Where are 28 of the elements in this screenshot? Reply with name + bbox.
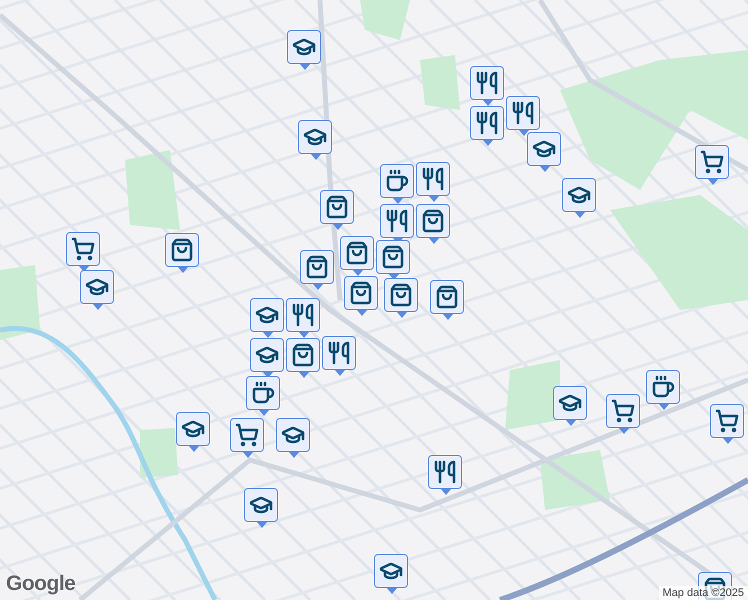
shopping-bag-icon [421,209,445,233]
fork-knife-icon [327,341,351,365]
cart-icon [235,423,259,447]
fork-knife-icon [475,111,499,135]
fork-knife-icon [475,71,499,95]
fork-knife-icon [421,167,445,191]
shopping-bag-icon [325,195,349,219]
map-logo: Google [6,572,76,596]
shopping-bag-icon [389,283,413,307]
fork-knife-icon [385,209,409,233]
shopping-bag-icon [435,285,459,309]
cart-icon [700,150,724,174]
map-attribution: Map data ©2025 [658,586,748,600]
mug-icon [651,375,675,399]
cart-icon [71,237,95,261]
mug-icon [385,169,409,193]
cart-icon [715,409,739,433]
shopping-bag-icon [291,343,315,367]
cart-icon [611,399,635,423]
fork-knife-icon [511,101,535,125]
mug-icon [251,381,275,405]
shopping-bag-icon [170,238,194,262]
shopping-bag-icon [349,281,373,305]
fork-knife-icon [433,460,457,484]
fork-knife-icon [291,303,315,327]
shopping-bag-icon [381,245,405,269]
shopping-bag-icon [305,255,329,279]
shopping-bag-icon [345,241,369,265]
